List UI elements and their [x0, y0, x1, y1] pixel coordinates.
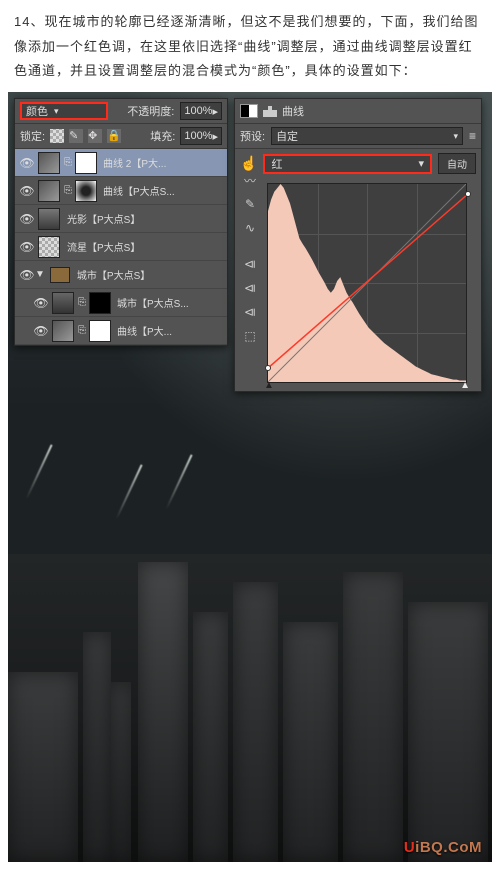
blend-mode-value: 颜色: [26, 103, 48, 119]
building: [8, 672, 78, 862]
building: [343, 572, 403, 862]
smooth-icon[interactable]: ∿: [241, 219, 259, 237]
chevron-down-icon: ▾: [453, 131, 458, 142]
building: [233, 582, 278, 862]
fill-label: 填充:: [150, 128, 175, 144]
pencil-curve-icon[interactable]: ✎: [241, 195, 259, 213]
link-icon: ⎘: [77, 325, 87, 336]
layer-thumb: [38, 236, 60, 258]
curves-header: 曲线: [235, 99, 481, 124]
fill-field[interactable]: 100%▸: [180, 127, 222, 145]
link-icon: ⎘: [77, 297, 87, 308]
folder-toggle-icon[interactable]: ▼: [35, 269, 45, 280]
adjustments-icon: [240, 104, 258, 118]
lock-trans-icon[interactable]: [50, 129, 64, 143]
lock-move-icon[interactable]: ✥: [88, 129, 102, 143]
layer-row[interactable]: 👁 ⎘ 城市【P大点S...: [15, 289, 227, 317]
building: [408, 602, 488, 862]
layers-blend-row: 颜色 ▾ 不透明度: 100%▸: [15, 99, 227, 124]
eyedropper-black-icon[interactable]: ⧏: [241, 255, 259, 273]
panel-menu-icon[interactable]: ≡: [469, 129, 476, 143]
lock-all-icon[interactable]: 🔒: [107, 129, 121, 143]
preset-select[interactable]: 自定 ▾: [271, 127, 463, 145]
clip-icon[interactable]: ⬚: [241, 327, 259, 345]
blend-mode-select[interactable]: 颜色 ▾: [20, 102, 108, 120]
layer-name: 曲线【P大...: [117, 323, 223, 338]
chevron-down-icon: ▾: [54, 106, 59, 117]
folder-icon: [50, 267, 70, 283]
curve-side-tools: 〰 ✎ ∿ ⧏ ⧏ ⧏ ⬚: [241, 171, 259, 345]
visibility-icon[interactable]: 👁: [19, 211, 35, 227]
layer-row[interactable]: 👁 ⎘ 曲线【P大点S...: [15, 177, 227, 205]
curve-point-highlight[interactable]: [465, 191, 471, 197]
link-icon: ⎘: [63, 185, 73, 196]
layer-name: 曲线【P大点S...: [103, 183, 223, 198]
curve-line: [268, 184, 466, 382]
channel-row: ☝ 红 ▾ 自动: [235, 149, 481, 178]
opacity-label: 不透明度:: [127, 103, 174, 119]
mask-thumb[interactable]: [89, 320, 111, 342]
visibility-icon[interactable]: 👁: [19, 155, 35, 171]
layers-panel: 颜色 ▾ 不透明度: 100%▸ 锁定: ✎ ✥ 🔒 填充: 100%▸ 👁 ⎘…: [14, 98, 228, 346]
curves-panel: 曲线 预设: 自定 ▾ ≡ ☝ 红 ▾ 自动 〰 ✎ ∿ ⧏ ⧏ ⧏ ⬚: [234, 98, 482, 392]
auto-button[interactable]: 自动: [438, 153, 476, 174]
layer-row[interactable]: 👁 流星【P大点S】: [15, 233, 227, 261]
layer-row[interactable]: 👁 光影【P大点S】: [15, 205, 227, 233]
image-canvas: 颜色 ▾ 不透明度: 100%▸ 锁定: ✎ ✥ 🔒 填充: 100%▸ 👁 ⎘…: [8, 92, 492, 862]
chevron-down-icon: ▸: [212, 130, 218, 143]
layer-row[interactable]: 👁 ⎘ 曲线【P大...: [15, 317, 227, 345]
preset-label: 预设:: [240, 128, 265, 144]
mask-thumb[interactable]: [89, 292, 111, 314]
layer-name: 曲线 2【P大...: [103, 155, 223, 170]
chevron-down-icon: ▾: [418, 157, 424, 170]
layer-list: 👁 ⎘ 曲线 2【P大... 👁 ⎘ 曲线【P大点S... 👁 光影【P大点S】…: [15, 149, 227, 345]
opacity-field[interactable]: 100%▸: [180, 102, 222, 120]
channel-select[interactable]: 红 ▾: [263, 154, 432, 174]
visibility-icon[interactable]: 👁: [19, 183, 35, 199]
layer-name: 城市【P大点S】: [77, 267, 223, 282]
curve-graph[interactable]: ▲ ▲: [267, 183, 467, 383]
building: [83, 632, 111, 862]
instruction-text: 14、现在城市的轮廓已经逐渐清晰，但这不是我们想要的，下面，我们给图像添加一个红…: [0, 0, 500, 92]
building: [283, 622, 338, 862]
visibility-icon[interactable]: 👁: [33, 323, 49, 339]
eyedropper-gray-icon[interactable]: ⧏: [241, 279, 259, 297]
black-slider[interactable]: ▲: [264, 380, 274, 391]
chevron-down-icon: ▸: [212, 105, 218, 118]
link-icon: ⎘: [63, 157, 73, 168]
layer-group-row[interactable]: 👁 ▼ 城市【P大点S】: [15, 261, 227, 289]
mask-thumb[interactable]: [75, 180, 97, 202]
adj-thumb-icon: [52, 320, 74, 342]
adj-thumb-icon: [38, 180, 60, 202]
hand-tool-icon[interactable]: ☝: [240, 155, 257, 172]
lock-label: 锁定:: [20, 128, 45, 144]
layer-name: 流星【P大点S】: [67, 239, 223, 254]
white-slider[interactable]: ▲: [460, 380, 470, 391]
preset-row: 预设: 自定 ▾ ≡: [235, 124, 481, 149]
layer-thumb: [52, 292, 74, 314]
visibility-icon[interactable]: 👁: [33, 295, 49, 311]
layer-row[interactable]: 👁 ⎘ 曲线 2【P大...: [15, 149, 227, 177]
curves-title: 曲线: [282, 103, 304, 119]
point-curve-icon[interactable]: 〰: [241, 171, 259, 189]
layer-name: 城市【P大点S...: [117, 295, 223, 310]
lock-paint-icon[interactable]: ✎: [69, 129, 83, 143]
layer-thumb: [38, 208, 60, 230]
building: [193, 612, 228, 862]
layers-lock-row: 锁定: ✎ ✥ 🔒 填充: 100%▸: [15, 124, 227, 149]
curve-point-shadow[interactable]: [265, 365, 271, 371]
adj-thumb-icon: [38, 152, 60, 174]
histogram-icon: [263, 105, 277, 117]
visibility-icon[interactable]: 👁: [19, 239, 35, 255]
building: [111, 682, 131, 862]
layer-name: 光影【P大点S】: [67, 211, 223, 226]
building: [138, 562, 188, 862]
eyedropper-white-icon[interactable]: ⧏: [241, 303, 259, 321]
visibility-icon[interactable]: 👁: [19, 267, 35, 283]
watermark: UiBQ.CoM: [404, 839, 482, 856]
mask-thumb[interactable]: [75, 152, 97, 174]
